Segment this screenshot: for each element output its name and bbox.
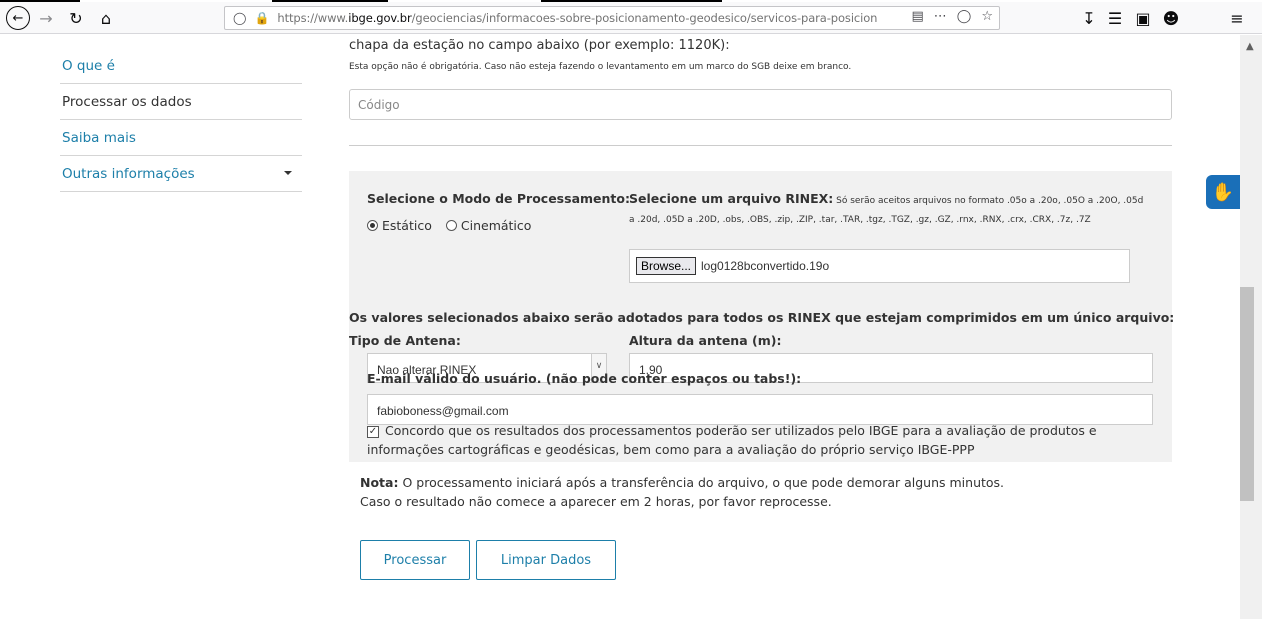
- reload-icon[interactable]: ↻: [64, 6, 88, 30]
- sidebar-icon[interactable]: ▣: [1132, 6, 1154, 30]
- forward-icon[interactable]: →: [34, 6, 58, 30]
- nota-line-2: Caso o resultado não comece a aparecer e…: [360, 494, 832, 509]
- static-radio-label[interactable]: Estático: [382, 218, 432, 233]
- page-scrollbar[interactable]: ▲: [1240, 35, 1262, 619]
- optional-note: Esta opção não é obrigatória. Caso não e…: [349, 62, 852, 72]
- nota-line-1: O processamento iniciará após a transfer…: [402, 475, 1005, 490]
- rinex-description: Selecione um arquivo RINEX: Só serão ace…: [629, 189, 1149, 230]
- mode-radio-group: Estático Cinemático: [367, 218, 531, 233]
- nota-label: Nota:: [360, 475, 399, 490]
- pocket-icon[interactable]: ◯: [957, 9, 972, 24]
- scrollbar-thumb[interactable]: [1240, 287, 1254, 501]
- agree-checkbox[interactable]: ✓: [367, 426, 379, 438]
- sidebar-item-saiba-mais[interactable]: Saiba mais: [60, 120, 302, 156]
- address-bar[interactable]: ◯ 🔒 https://www.ibge.gov.br/geociencias/…: [224, 6, 1000, 30]
- page-content: O que é Processar os dados Saiba mais Ou…: [0, 35, 1240, 619]
- rinex-file-input[interactable]: Browse... log0128bconvertido.19o: [629, 249, 1130, 283]
- menu-icon[interactable]: ≡: [1226, 6, 1248, 30]
- bookmark-star-icon[interactable]: ☆: [981, 9, 993, 24]
- scroll-up-icon[interactable]: ▲: [1246, 41, 1254, 52]
- lock-icon[interactable]: 🔒: [254, 11, 269, 25]
- reader-view-icon[interactable]: ▤: [911, 9, 923, 24]
- accessibility-hand-icon[interactable]: ✋: [1206, 175, 1240, 209]
- download-icon[interactable]: ↧: [1078, 6, 1100, 30]
- clear-data-button[interactable]: Limpar Dados: [476, 540, 616, 580]
- rinex-label: Selecione um arquivo RINEX:: [629, 191, 834, 206]
- sidebar-item-label: Outras informações: [62, 165, 195, 182]
- kinematic-radio-label[interactable]: Cinemático: [461, 218, 532, 233]
- shield-icon[interactable]: ◯: [233, 11, 246, 25]
- selected-file-name: log0128bconvertido.19o: [701, 259, 830, 273]
- sidebar-item-o-que-e[interactable]: O que é: [60, 48, 302, 84]
- mode-label: Selecione o Modo de Processamento:: [367, 191, 630, 206]
- compressed-note: Os valores selecionados abaixo serão ado…: [349, 310, 1175, 325]
- process-button[interactable]: Processar: [360, 540, 470, 580]
- browser-toolbar: ← → ↻ ⌂ ◯ 🔒 https://www.ibge.gov.br/geoc…: [0, 2, 1262, 34]
- caret-down-icon[interactable]: [284, 171, 292, 175]
- library-icon[interactable]: ☰: [1104, 6, 1126, 30]
- home-icon[interactable]: ⌂: [94, 6, 118, 30]
- email-label: E-mail válido do usuário. (não pode cont…: [367, 371, 802, 386]
- sidebar-item-processar-os-dados[interactable]: Processar os dados: [60, 84, 302, 120]
- sidebar-item-outras-informacoes[interactable]: Outras informações: [60, 156, 302, 192]
- agree-text: Concordo que os resultados dos processam…: [367, 423, 1097, 457]
- url-text[interactable]: https://www.ibge.gov.br/geociencias/info…: [277, 11, 877, 25]
- account-icon[interactable]: ☻: [1160, 6, 1182, 30]
- kinematic-radio[interactable]: [445, 220, 457, 231]
- codigo-input[interactable]: [349, 89, 1172, 120]
- nota-text: Nota: O processamento iniciará após a tr…: [360, 473, 1004, 511]
- sidebar-nav: O que é Processar os dados Saiba mais Ou…: [60, 48, 302, 192]
- more-icon[interactable]: ⋯: [934, 9, 947, 24]
- antenna-type-label: Tipo de Antena:: [349, 333, 461, 348]
- static-radio[interactable]: [367, 220, 378, 231]
- divider: [349, 145, 1172, 146]
- browse-button[interactable]: Browse...: [636, 257, 697, 275]
- processing-panel: Selecione o Modo de Processamento: Estát…: [349, 171, 1175, 462]
- station-instructions-text: chapa da estação no campo abaixo (por ex…: [349, 38, 730, 53]
- back-icon[interactable]: ←: [6, 6, 30, 30]
- antenna-height-label: Altura da antena (m):: [629, 333, 782, 348]
